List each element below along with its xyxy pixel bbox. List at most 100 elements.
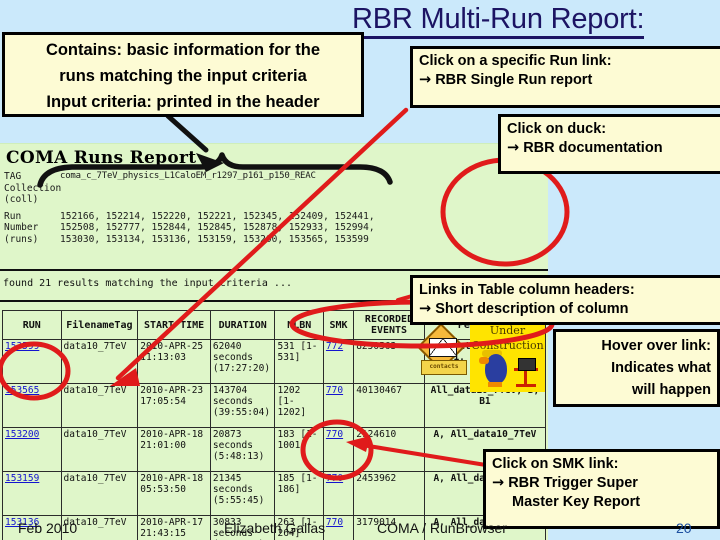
- cell-smk-link[interactable]: 770: [326, 473, 343, 484]
- under-construction-duck-icon[interactable]: Under Construction: [470, 322, 545, 392]
- column-header-nlbn[interactable]: NLBN: [274, 310, 324, 340]
- callout-smk-target: RBR Trigger Super: [508, 475, 638, 491]
- callout-smk: Click on SMK link: → RBR Trigger Super M…: [483, 449, 720, 529]
- cell-nlbn: 1202 [1-1202]: [274, 383, 324, 428]
- envelope-icon[interactable]: contacts: [416, 322, 467, 375]
- cell-start-time: 2010-APR-25 11:13:03: [137, 339, 211, 384]
- cell-duration: 62040 seconds (17:27:20): [209, 339, 276, 384]
- duck-monitor: [518, 358, 536, 371]
- cell-run-link[interactable]: 153200: [5, 429, 39, 440]
- footer-page-number: 20: [676, 520, 692, 536]
- callout-smk-line2: → RBR Trigger Super: [492, 474, 711, 493]
- slide: RBR Multi-Run Report: COMA Runs Report T…: [0, 0, 720, 540]
- cell-smk[interactable]: 770: [322, 427, 355, 472]
- callout-column-headers-target: Short description of column: [435, 301, 629, 317]
- cell-nlbn: 185 [1-186]: [274, 471, 324, 516]
- column-header-run[interactable]: RUN: [2, 310, 62, 340]
- callout-smk-line1: Click on SMK link:: [492, 456, 619, 472]
- duck-body: [479, 354, 507, 384]
- cell-filenametag: data10_7TeV: [60, 427, 139, 472]
- page-title: RBR Multi-Run Report:: [352, 2, 720, 39]
- callout-contains-line1: Contains: basic information for the: [45, 41, 321, 59]
- table-row: 153159 data10_7TeV 2010-APR-18 05:53:50 213…: [2, 471, 547, 516]
- screenshot-title: COMA Runs Report: [6, 148, 197, 168]
- cell-run-link[interactable]: 153599: [5, 341, 39, 352]
- duck-table-base: [516, 384, 536, 387]
- meta-row-tag-collection: TAG Collection (coll) coma_c_7TeV_physic…: [4, 171, 544, 206]
- callout-duck-target: RBR documentation: [523, 140, 663, 156]
- table-row: 153565 data10_7TeV 2010-APR-23 17:05:54 143…: [2, 383, 547, 428]
- meta-label-run-number: Run Number (runs): [4, 210, 39, 245]
- envelope-letter-shape: [429, 338, 457, 357]
- callout-smk-line3: Master Key Report: [512, 494, 641, 510]
- cell-run[interactable]: 153159: [2, 471, 62, 516]
- callout-hover-line3: will happen: [632, 382, 711, 398]
- cell-start-time: 2010-APR-18 21:01:00: [137, 427, 211, 472]
- cell-smk-link[interactable]: 770: [326, 385, 343, 396]
- column-header-filenametag[interactable]: FilenameTag: [60, 310, 139, 340]
- cell-filenametag: data10_7TeV: [60, 339, 139, 384]
- duck-legs: [488, 382, 502, 387]
- cell-duration: 21345 seconds (5:55:45): [209, 471, 276, 516]
- arrow-glyph: →: [507, 140, 520, 156]
- cell-filenametag: data10_7TeV: [60, 383, 139, 428]
- cell-smk-link[interactable]: 772: [326, 341, 343, 352]
- footer-date: Feb 2010: [18, 520, 78, 536]
- meta-label-tag-collection: TAG Collection (coll): [4, 171, 62, 205]
- screenshot-meta: TAG Collection (coll) coma_c_7TeV_physic…: [4, 171, 544, 245]
- cell-recorded-events: 2453962: [353, 471, 425, 516]
- callout-duck-line1: Click on duck:: [507, 121, 607, 137]
- cell-smk[interactable]: 770: [322, 471, 355, 516]
- contacts-button[interactable]: contacts: [421, 360, 467, 375]
- callout-contains: Contains: basic information for the runs…: [2, 32, 364, 117]
- callout-duck-line2: → RBR documentation: [507, 139, 720, 158]
- arrow-glyph: →: [419, 72, 432, 88]
- cell-run[interactable]: 153200: [2, 427, 62, 472]
- callout-contains-line3: Input criteria: printed in the header: [46, 93, 320, 111]
- cell-nlbn: 183 [1-1001]: [274, 427, 324, 472]
- callout-hover-line2: Indicates what: [611, 360, 711, 376]
- page-title-text: RBR Multi-Run Report:: [352, 3, 645, 39]
- cell-smk[interactable]: 772: [322, 339, 355, 384]
- callout-run-link-line2: → RBR Single Run report: [419, 71, 720, 90]
- column-header-smk[interactable]: SMK: [322, 310, 355, 340]
- cell-run[interactable]: 153565: [2, 383, 62, 428]
- column-header-start-time[interactable]: START TIME: [137, 310, 211, 340]
- cell-smk-link[interactable]: 770: [326, 517, 343, 528]
- column-header-duration[interactable]: DURATION: [209, 310, 276, 340]
- cell-filenametag: data10_7TeV: [60, 471, 139, 516]
- callout-column-headers-line1: Links in Table column headers:: [419, 282, 635, 298]
- cell-smk[interactable]: 770: [322, 515, 355, 540]
- cell-duration: 143704 seconds (39:55:04): [209, 383, 276, 428]
- under-construction-line2: Construction: [471, 339, 544, 352]
- cell-start-time: 2010-APR-18 05:53:50: [137, 471, 211, 516]
- meta-value-tag-collection: coma_c_7TeV_physics_L1CaloEM_r1297_p161_…: [60, 171, 316, 181]
- cell-nlbn: 531 [1-531]: [274, 339, 324, 384]
- callout-column-headers-line2: → Short description of column: [419, 300, 720, 319]
- meta-row-run-number: Run Number (runs) 152166, 152214, 152220…: [4, 211, 544, 246]
- callout-duck: Click on duck: → RBR documentation: [498, 114, 720, 174]
- cell-run-link[interactable]: 153565: [5, 385, 39, 396]
- callout-run-link: Click on a specific Run link: → RBR Sing…: [410, 46, 720, 108]
- callout-hover-line1: Hover over link:: [601, 338, 711, 354]
- callout-run-link-target: RBR Single Run report: [435, 72, 593, 88]
- cell-start-time: 2010-APR-17 21:43:15: [137, 515, 211, 540]
- divider-top: [0, 269, 548, 271]
- table-row: 153200 data10_7TeV 2010-APR-18 21:01:00 208…: [2, 427, 547, 472]
- footer-author: Elizabeth Gallas: [224, 520, 326, 536]
- cell-smk-link[interactable]: 770: [326, 429, 343, 440]
- arrow-glyph: →: [492, 475, 505, 491]
- callout-contains-line2: runs matching the input criteria: [59, 67, 307, 85]
- arrow-glyph: →: [419, 301, 432, 317]
- cell-recorded-events: 40130467: [353, 383, 425, 428]
- cell-recorded-events: 8250563: [353, 339, 425, 384]
- results-count-text: found 21 results matching the input crit…: [3, 278, 292, 289]
- callout-column-headers: Links in Table column headers: → Short d…: [410, 275, 720, 325]
- cell-start-time: 2010-APR-23 17:05:54: [137, 383, 211, 428]
- cell-run-link[interactable]: 153159: [5, 473, 39, 484]
- callout-run-link-line1: Click on a specific Run link:: [419, 53, 612, 69]
- cell-run[interactable]: 153599: [2, 339, 62, 384]
- meta-value-run-number: 152166, 152214, 152220, 152221, 152345, …: [60, 210, 375, 245]
- callout-hover: Hover over link: Indicates what will hap…: [553, 329, 720, 407]
- cell-smk[interactable]: 770: [322, 383, 355, 428]
